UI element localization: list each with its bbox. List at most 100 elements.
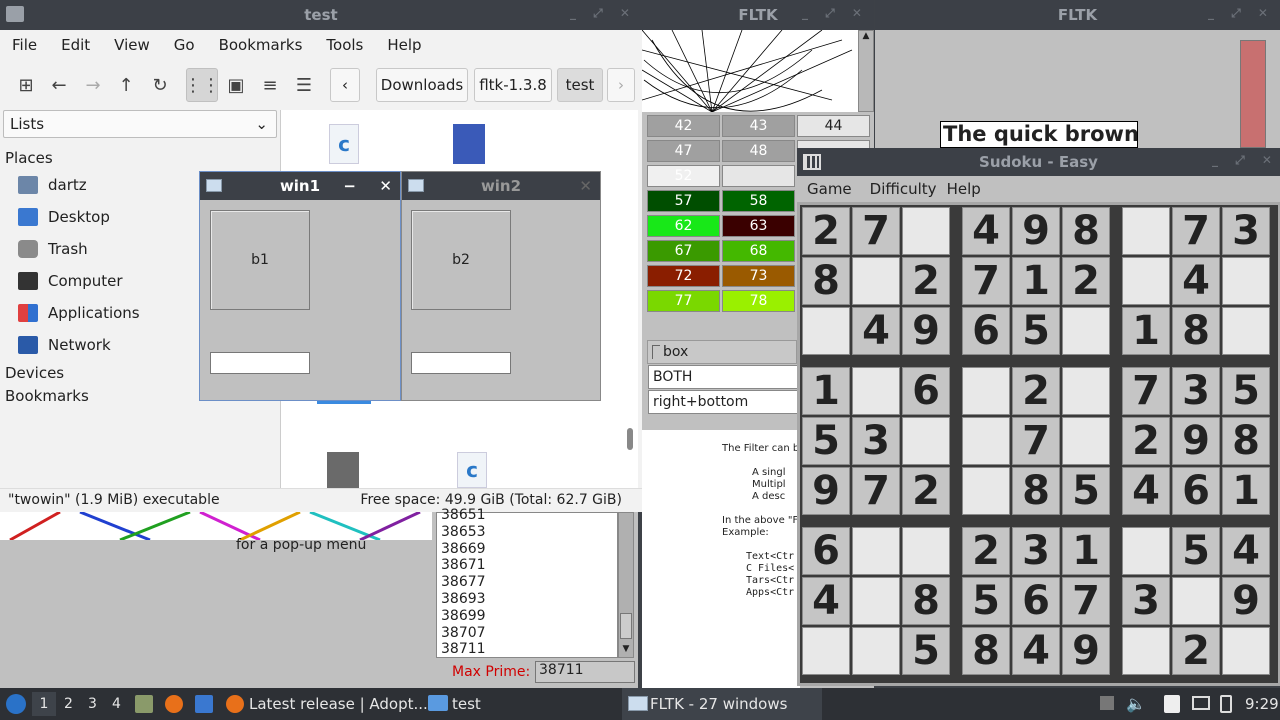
tray-arrow-icon[interactable] [1100, 696, 1114, 710]
sudoku-cell[interactable]: 2 [1062, 257, 1110, 305]
sudoku-cell[interactable]: 6 [802, 527, 850, 575]
sudoku-cell[interactable]: 8 [1222, 417, 1270, 465]
place-home[interactable]: dartz [18, 176, 87, 194]
close-icon[interactable]: ✕ [1262, 153, 1272, 168]
sudoku-cell[interactable] [1172, 577, 1220, 625]
firefox-launcher-icon[interactable] [165, 695, 183, 713]
sudoku-cell[interactable]: 8 [962, 627, 1010, 675]
sudoku-cell[interactable]: 3 [1012, 527, 1060, 575]
sudoku-cell[interactable]: 3 [852, 417, 900, 465]
sudoku-cell[interactable] [852, 367, 900, 415]
text-file-icon[interactable] [453, 124, 485, 164]
scroll-down-icon[interactable]: ▼ [620, 642, 632, 656]
menu-help[interactable]: Help [375, 36, 433, 54]
grid-cell[interactable]: 63 [722, 215, 795, 237]
new-tab-icon[interactable]: ⊞ [10, 68, 42, 102]
grid-cell[interactable]: 48 [722, 140, 795, 162]
sudoku-cell[interactable] [852, 627, 900, 675]
win2-input[interactable] [411, 352, 511, 374]
mesh-scrollbar[interactable]: ▲ [858, 30, 874, 112]
sudoku-cell[interactable] [852, 527, 900, 575]
sudoku-cell[interactable]: 1 [1122, 307, 1170, 355]
battery-icon[interactable] [1220, 695, 1232, 713]
menu-view[interactable]: View [102, 36, 162, 54]
file-manager-launcher-icon[interactable] [135, 695, 153, 713]
sudoku-cell[interactable]: 4 [1172, 257, 1220, 305]
grid-cell[interactable]: 57 [647, 190, 720, 212]
task-firefox[interactable]: Latest release | Adopt... [249, 695, 428, 713]
sudoku-cell[interactable]: 6 [1172, 467, 1220, 515]
sudoku-cell[interactable]: 8 [802, 257, 850, 305]
choice-both[interactable]: BOTH [648, 365, 800, 389]
sudoku-cell[interactable]: 4 [1122, 467, 1170, 515]
scroll-up-icon[interactable]: ▲ [863, 31, 870, 111]
clipboard-icon[interactable] [1164, 695, 1180, 713]
sudoku-cell[interactable]: 5 [1012, 307, 1060, 355]
menu-game[interactable]: Game [797, 180, 862, 198]
menu-help[interactable]: Help [937, 180, 991, 198]
sudoku-cell[interactable]: 3 [1222, 207, 1270, 255]
sudoku-cell[interactable] [852, 257, 900, 305]
sudoku-cell[interactable]: 4 [1222, 527, 1270, 575]
menu-go[interactable]: Go [162, 36, 207, 54]
sudoku-cell[interactable]: 7 [852, 467, 900, 515]
menu-edit[interactable]: Edit [49, 36, 102, 54]
crumb-left-arrow-icon[interactable]: ‹ [330, 68, 360, 102]
sudoku-cell[interactable] [1222, 627, 1270, 675]
grid-cell[interactable]: 58 [722, 190, 795, 212]
sudoku-cell[interactable]: 6 [962, 307, 1010, 355]
maximize-icon[interactable]: ⤢ [593, 6, 603, 21]
fltk-titlebar-1[interactable]: FLTK _ ⤢ ✕ [642, 0, 874, 30]
workspace-4[interactable]: 4 [112, 696, 121, 712]
file-view-scrollbar[interactable] [627, 428, 633, 450]
grid-cell[interactable]: 47 [647, 140, 720, 162]
red-slider[interactable] [1240, 40, 1266, 148]
sudoku-cell[interactable]: 2 [902, 257, 950, 305]
back-icon[interactable]: ← [43, 68, 75, 102]
sudoku-cell[interactable]: 5 [1222, 367, 1270, 415]
grid-cell[interactable]: 72 [647, 265, 720, 287]
win2-titlebar[interactable]: win2 ✕ [402, 172, 600, 200]
sudoku-cell[interactable] [1122, 257, 1170, 305]
sudoku-cell[interactable] [902, 527, 950, 575]
grid-cell[interactable]: 73 [722, 265, 795, 287]
sudoku-cell[interactable]: 3 [1122, 577, 1170, 625]
crumb-right-arrow-icon[interactable]: › [607, 68, 635, 102]
up-icon[interactable]: ↑ [110, 68, 142, 102]
grid-cell[interactable]: 68 [722, 240, 795, 262]
task-test[interactable]: test [452, 695, 481, 713]
grid-cell[interactable] [722, 165, 795, 187]
sudoku-cell[interactable]: 8 [1062, 207, 1110, 255]
c-source-file-icon[interactable]: c [329, 124, 359, 164]
sudoku-cell[interactable]: 5 [902, 627, 950, 675]
win1-titlebar[interactable]: win1 − ✕ [200, 172, 400, 200]
minimize-icon[interactable]: _ [1212, 153, 1218, 168]
sudoku-cell[interactable]: 8 [1172, 307, 1220, 355]
close-icon[interactable]: ✕ [1258, 6, 1268, 21]
close-icon[interactable]: ✕ [852, 6, 862, 21]
close-icon[interactable]: ✕ [579, 177, 592, 195]
sudoku-cell[interactable] [1222, 257, 1270, 305]
grid-cell[interactable]: 62 [647, 215, 720, 237]
crumb-test[interactable]: test [557, 68, 603, 102]
sudoku-cell[interactable] [1222, 307, 1270, 355]
sudoku-cell[interactable] [962, 417, 1010, 465]
place-trash[interactable]: Trash [18, 240, 88, 258]
sudoku-cell[interactable]: 2 [962, 527, 1010, 575]
b2-button[interactable]: b2 [411, 210, 511, 310]
grid-cell[interactable]: 78 [722, 290, 795, 312]
place-computer[interactable]: Computer [18, 272, 123, 290]
maximize-icon[interactable]: ⤢ [1231, 6, 1241, 21]
box-field[interactable]: box [647, 340, 797, 364]
display-icon[interactable] [1192, 696, 1210, 710]
sudoku-cell[interactable] [852, 577, 900, 625]
sudoku-cell[interactable]: 7 [1122, 367, 1170, 415]
primes-scrollbar[interactable]: ▼ [618, 512, 634, 658]
place-network[interactable]: Network [18, 336, 111, 354]
thumbnail-view-icon[interactable]: ▣ [220, 68, 252, 102]
menu-file[interactable]: File [0, 36, 49, 54]
maximize-icon[interactable]: ⤢ [825, 6, 835, 21]
sudoku-cell[interactable]: 8 [902, 577, 950, 625]
sudoku-cell[interactable]: 1 [1012, 257, 1060, 305]
place-applications[interactable]: Applications [18, 304, 140, 322]
